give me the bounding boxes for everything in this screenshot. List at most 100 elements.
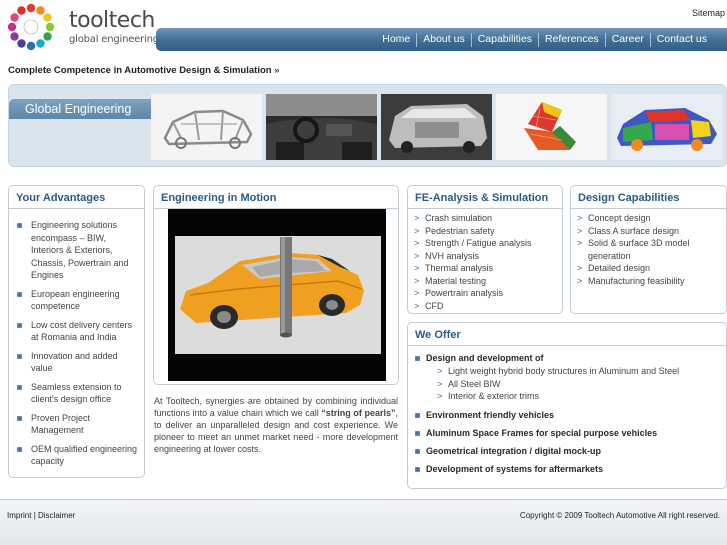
list-item: Proven Project Management <box>17 412 138 437</box>
fe-item-label: Thermal analysis <box>425 263 494 273</box>
bullet-square-icon <box>415 412 420 418</box>
list-item[interactable]: > Solid & surface 3D model generation <box>577 237 722 262</box>
bullet-square-icon <box>17 223 22 228</box>
nav-home[interactable]: Home <box>376 28 416 51</box>
tagline-arrow-icon: » <box>274 65 280 76</box>
list-item[interactable]: > Class A surface design <box>577 225 722 238</box>
list-item[interactable]: > Light weight hybrid body structures in … <box>437 365 720 378</box>
advantage-text: OEM qualified engineering capacity <box>31 443 138 467</box>
banner-image-car-fe-model[interactable] <box>611 94 722 160</box>
bullet-square-icon <box>17 291 22 297</box>
motion-text-bold: “string of pearls” <box>321 408 396 418</box>
chevron-right-icon: > <box>577 275 583 286</box>
list-item[interactable]: > Crash simulation <box>414 212 558 225</box>
nav-about-us[interactable]: About us <box>417 28 470 51</box>
list-item[interactable]: Development of systems for aftermarkets <box>415 463 720 475</box>
hero-banner: Global Engineering <box>8 84 727 167</box>
copyright-text: Copyright © 2009 Tooltech Automotive All… <box>519 511 720 520</box>
chevron-right-icon: > <box>437 391 443 401</box>
tooltech-logo-icon[interactable] <box>7 3 55 51</box>
advantages-box: Your Advantages Engineering solutions en… <box>8 185 145 478</box>
chevron-right-icon: > <box>577 263 583 273</box>
chevron-right-icon: > <box>437 366 443 376</box>
chevron-right-icon: > <box>414 225 420 236</box>
offer-item-label: Environment friendly vehicles <box>426 409 555 420</box>
chevron-right-icon: > <box>414 263 420 273</box>
chevron-right-icon: > <box>577 213 583 223</box>
banner-label: Global Engineering <box>9 99 152 119</box>
chevron-right-icon: > <box>437 378 443 389</box>
advantage-text: Low cost delivery centers at Romania and… <box>31 319 133 343</box>
imprint-link[interactable]: Imprint <box>7 511 31 520</box>
page-tagline: Complete Competence in Automotive Design… <box>8 65 280 76</box>
list-item[interactable]: > Pedestrian safety <box>414 225 558 238</box>
offer-sub-item-label: Interior & exterior trims <box>448 391 540 401</box>
list-item[interactable]: > Material testing <box>414 275 558 288</box>
chevron-right-icon: > <box>414 238 420 248</box>
sitemap-link[interactable]: Sitemap <box>692 8 725 18</box>
bullet-square-icon <box>415 430 420 436</box>
banner-image-body-in-white[interactable] <box>151 94 262 160</box>
main-nav: Home About us Capabilities References Ca… <box>156 28 727 51</box>
fe-item-label: Powertrain analysis <box>425 288 504 298</box>
list-item[interactable]: > All Steel BIW <box>437 378 720 391</box>
list-item[interactable]: Environment friendly vehicles <box>415 409 720 421</box>
nav-career[interactable]: Career <box>606 28 650 51</box>
footer-separator: | <box>33 511 36 520</box>
advantage-text: Seamless extension to client's design of… <box>31 381 122 405</box>
advantage-text: European engineering competence <box>31 288 120 312</box>
banner-image-car-interior[interactable] <box>266 94 377 160</box>
disclaimer-link[interactable]: Disclaimer <box>38 511 75 520</box>
bullet-square-icon <box>415 356 420 361</box>
motion-description: At Tooltech, synergies are obtained by c… <box>154 395 398 455</box>
design-item-label: Class A surface design <box>588 225 680 236</box>
nav-contact-us[interactable]: Contact us <box>651 28 713 51</box>
banner-image-seat-mesh[interactable] <box>496 94 607 160</box>
list-item: Innovation and added value <box>17 350 138 375</box>
brand-tagline: global engineering <box>69 34 159 45</box>
bullet-square-icon <box>17 415 22 421</box>
bullet-square-icon <box>17 446 22 452</box>
motion-box: Engineering in Motion <box>153 185 399 385</box>
chevron-right-icon: > <box>577 238 583 248</box>
bullet-square-icon <box>17 322 22 328</box>
list-item[interactable]: > Concept design <box>577 212 722 225</box>
advantages-title: Your Advantages <box>9 186 144 209</box>
crash-simulation-video[interactable] <box>168 209 386 381</box>
list-item: European engineering competence <box>17 288 138 313</box>
list-item[interactable]: > Manufacturing feasibility <box>577 275 722 288</box>
design-item-label: Manufacturing feasibility <box>588 275 685 286</box>
list-item[interactable]: > CFD <box>414 300 558 313</box>
chevron-right-icon: > <box>414 250 420 261</box>
list-item[interactable]: > Strength / Fatigue analysis <box>414 237 558 250</box>
footer: Imprint | Disclaimer Copyright © 2009 To… <box>0 500 727 545</box>
fe-item-label: NVH analysis <box>425 250 480 261</box>
list-item[interactable]: > Thermal analysis <box>414 262 558 275</box>
footer-links: Imprint | Disclaimer <box>7 511 75 520</box>
list-item[interactable]: > Detailed design <box>577 262 722 275</box>
design-item-label: Detailed design <box>588 263 651 273</box>
list-item[interactable]: > Powertrain analysis <box>414 287 558 300</box>
nav-references[interactable]: References <box>539 28 605 51</box>
advantages-list: Engineering solutions encompass – BIW, I… <box>9 209 144 468</box>
brand[interactable]: tooltech global engineering <box>69 9 159 46</box>
advantage-text: Innovation and added value <box>31 350 118 374</box>
design-capabilities-title: Design Capabilities <box>571 186 726 209</box>
fe-item-label: Material testing <box>425 275 487 286</box>
fe-analysis-box: FE-Analysis & Simulation > Crash simulati… <box>407 185 563 314</box>
list-item[interactable]: > Interior & exterior trims <box>437 390 720 403</box>
offer-sub-list: > Light weight hybrid body structures in … <box>426 365 720 403</box>
chevron-right-icon: > <box>414 288 420 298</box>
offer-sub-item-label: Light weight hybrid body structures in A… <box>448 366 680 376</box>
list-item[interactable]: Geometrical integration / digital mock-u… <box>415 445 720 457</box>
list-item[interactable]: Design and development of > Light weight … <box>415 352 720 403</box>
list-item[interactable]: > NVH analysis <box>414 250 558 263</box>
nav-capabilities[interactable]: Capabilities <box>472 28 538 51</box>
banner-image-van-render[interactable] <box>381 94 492 160</box>
list-item: OEM qualified engineering capacity <box>17 443 138 468</box>
advantage-text: Engineering solutions encompass – BIW, I… <box>31 220 129 280</box>
offer-item-label: Design and development of <box>426 353 544 363</box>
fe-item-label: Pedestrian safety <box>425 225 495 236</box>
bullet-square-icon <box>415 448 420 454</box>
list-item[interactable]: Aluminum Space Frames for special purpos… <box>415 427 720 439</box>
